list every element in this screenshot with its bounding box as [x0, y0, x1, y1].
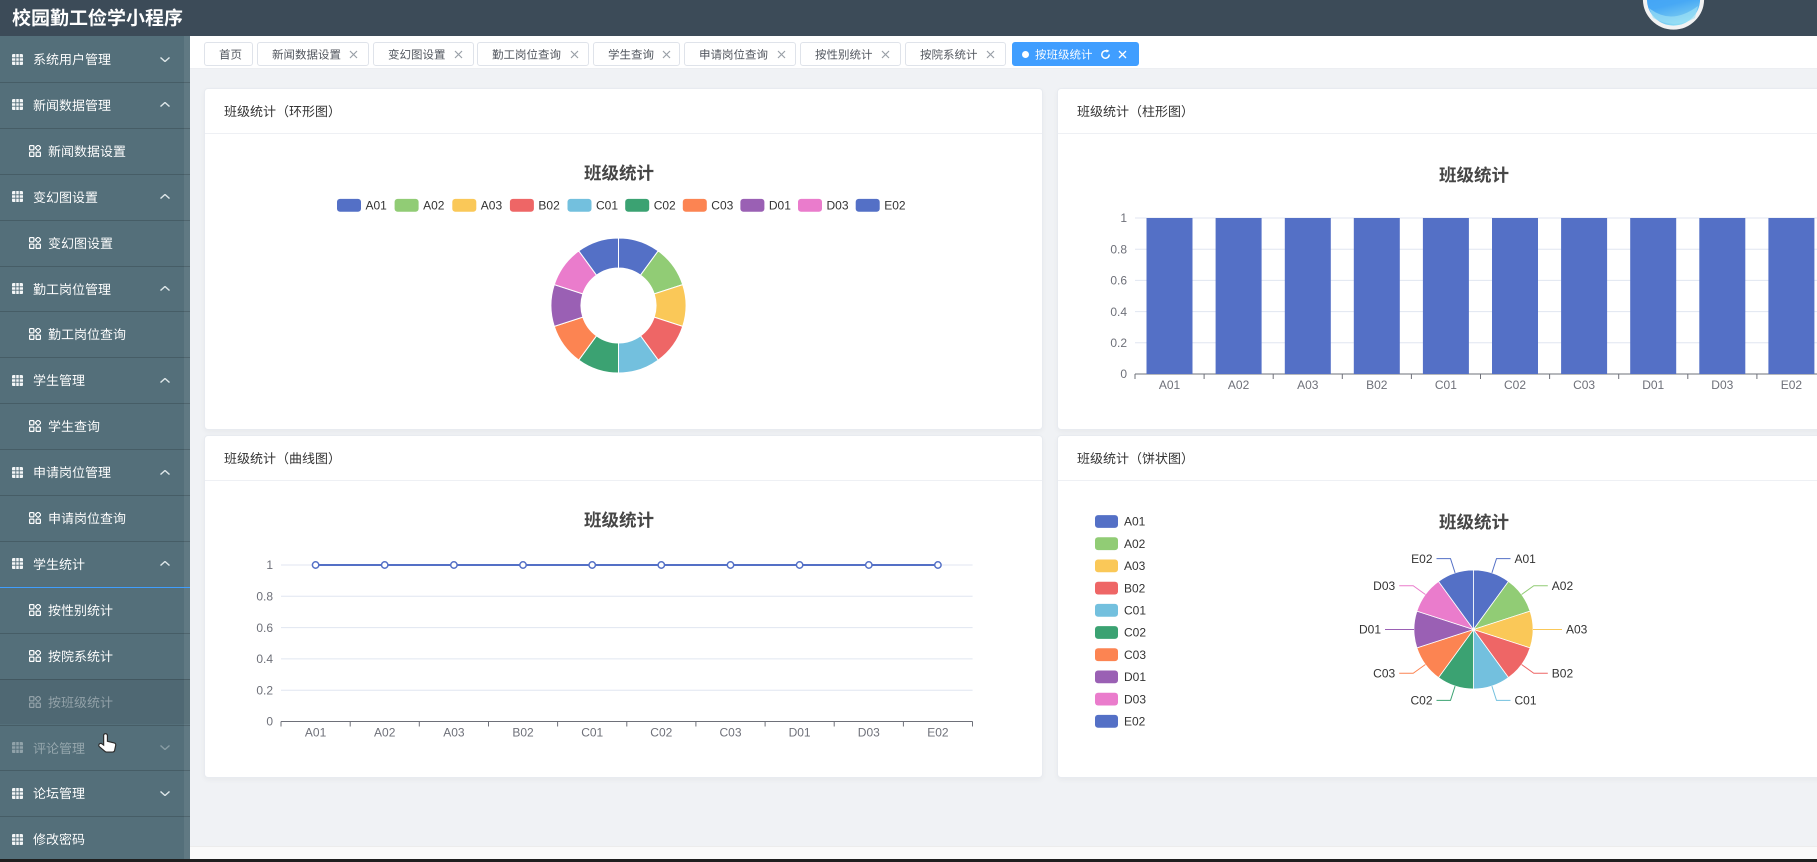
svg-text:C03: C03 [1124, 648, 1146, 662]
svg-text:0: 0 [266, 715, 273, 729]
svg-text:D03: D03 [827, 199, 849, 213]
svg-text:C02: C02 [1504, 378, 1526, 392]
svg-text:C02: C02 [650, 726, 672, 740]
svg-text:C02: C02 [654, 199, 676, 213]
svg-text:C03: C03 [1573, 378, 1595, 392]
svg-text:A03: A03 [443, 726, 465, 740]
svg-text:B02: B02 [1552, 667, 1574, 681]
svg-text:D03: D03 [1124, 692, 1146, 706]
svg-text:0.4: 0.4 [1110, 305, 1127, 319]
svg-text:1: 1 [266, 558, 273, 572]
svg-text:E02: E02 [884, 199, 906, 213]
svg-text:C02: C02 [1124, 626, 1146, 640]
svg-text:C01: C01 [1124, 604, 1146, 618]
svg-text:B02: B02 [512, 726, 534, 740]
svg-text:A02: A02 [1124, 537, 1146, 551]
svg-text:D01: D01 [1642, 378, 1664, 392]
svg-text:A02: A02 [1228, 378, 1250, 392]
svg-text:0.2: 0.2 [1110, 336, 1127, 350]
svg-text:0: 0 [1120, 367, 1127, 381]
svg-text:B02: B02 [538, 199, 560, 213]
svg-text:D01: D01 [1359, 623, 1381, 637]
svg-text:A01: A01 [366, 199, 388, 213]
svg-text:E02: E02 [927, 726, 949, 740]
svg-text:B02: B02 [1366, 378, 1388, 392]
svg-text:D01: D01 [1124, 670, 1146, 684]
svg-text:D03: D03 [858, 726, 880, 740]
svg-text:A03: A03 [1566, 623, 1588, 637]
svg-text:D03: D03 [1711, 378, 1733, 392]
svg-text:D03: D03 [1373, 579, 1395, 593]
svg-text:1: 1 [1120, 211, 1127, 225]
svg-text:0.8: 0.8 [1110, 242, 1127, 256]
svg-text:0.2: 0.2 [256, 683, 273, 697]
svg-text:A03: A03 [1297, 378, 1319, 392]
svg-text:C03: C03 [719, 726, 741, 740]
svg-text:E02: E02 [1124, 715, 1146, 729]
svg-text:0.4: 0.4 [256, 652, 273, 666]
svg-text:A03: A03 [481, 199, 503, 213]
svg-text:0.6: 0.6 [1110, 274, 1127, 288]
svg-text:0.6: 0.6 [256, 621, 273, 635]
svg-text:E02: E02 [1411, 552, 1433, 566]
svg-text:C03: C03 [1373, 667, 1395, 681]
svg-text:A01: A01 [1159, 378, 1181, 392]
svg-text:C02: C02 [1410, 694, 1432, 708]
svg-text:D01: D01 [769, 199, 791, 213]
svg-text:A01: A01 [305, 726, 327, 740]
svg-text:A02: A02 [1552, 579, 1574, 593]
svg-text:C03: C03 [711, 199, 733, 213]
svg-text:A02: A02 [374, 726, 396, 740]
svg-text:0.8: 0.8 [256, 590, 273, 604]
svg-text:A02: A02 [423, 199, 445, 213]
svg-text:A03: A03 [1124, 559, 1146, 573]
svg-text:C01: C01 [1515, 694, 1537, 708]
svg-text:E02: E02 [1781, 378, 1803, 392]
svg-text:D01: D01 [789, 726, 811, 740]
svg-text:C01: C01 [1435, 378, 1457, 392]
svg-text:C01: C01 [581, 726, 603, 740]
svg-text:A01: A01 [1515, 552, 1537, 566]
svg-text:B02: B02 [1124, 581, 1146, 595]
svg-text:C01: C01 [596, 199, 618, 213]
svg-text:A01: A01 [1124, 515, 1146, 529]
